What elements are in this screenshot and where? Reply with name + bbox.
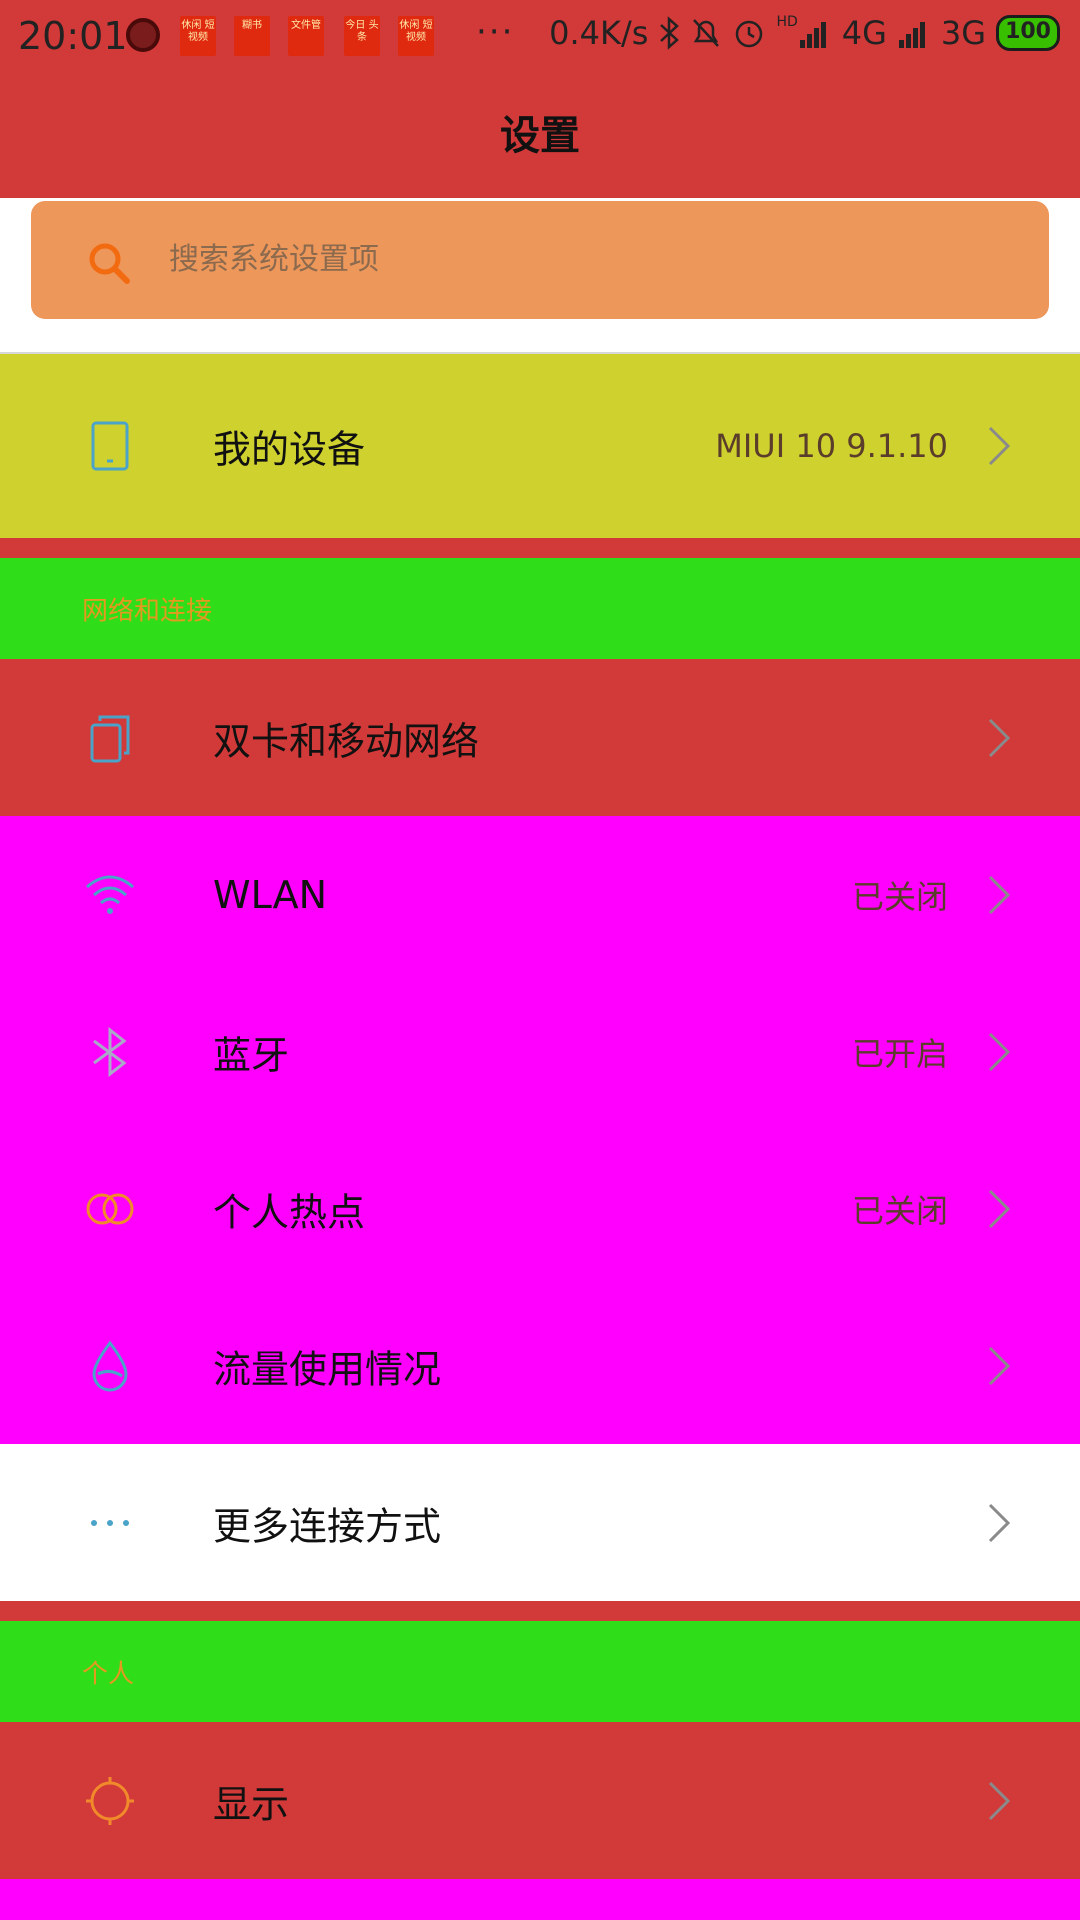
chevron-right-icon [988,718,1011,757]
list-item-status: 已关闭 [851,877,948,916]
divider [0,1601,1080,1621]
divider [0,538,1080,558]
chevron-right-icon [988,875,1011,914]
page-title: 设置 [500,113,580,159]
more-notifications-icon: ··· [476,12,515,52]
list-item-bluetooth[interactable]: 蓝牙 已开启 [0,973,1080,1130]
list-item-label: 蓝牙 [213,1033,290,1077]
my-device-label: 我的设备 [213,427,366,472]
notification-app-icon: 文件管 [288,16,324,56]
list-item-status: 已关闭 [851,1191,948,1230]
list-item-label: 双卡和移动网络 [213,719,480,763]
more-dots-icon [84,1497,136,1549]
list-item-dual-sim[interactable]: 双卡和移动网络 [0,659,1080,816]
list-item-hotspot[interactable]: 个人热点 已关闭 [0,1130,1080,1287]
notification-app-icon: 休闲 短视频 [398,16,434,56]
chevron-right-icon [988,1189,1011,1228]
list-item-wlan[interactable]: WLAN 已关闭 [0,816,1080,973]
section-header-network: 网络和连接 [0,558,1080,659]
notification-app-icon: 休闲 短视频 [180,16,216,56]
chevron-right-icon [988,1781,1011,1820]
water-drop-icon [84,1340,136,1392]
list-item-status: 已开启 [851,1034,948,1073]
notification-app-icon: 糊书 [234,16,270,56]
signal-icon [799,22,826,48]
network-type-3g: 3G [940,14,987,52]
section-title: 个人 [82,1659,135,1689]
network-speed: 0.4K/s [549,14,649,52]
list-item-label: 更多连接方式 [213,1504,442,1548]
brightness-icon [84,1775,136,1827]
chevron-right-icon [988,1346,1011,1385]
list-item-more-connections[interactable]: 更多连接方式 [0,1444,1080,1601]
chevron-right-icon [988,1503,1011,1542]
section-title: 网络和连接 [82,596,213,626]
chevron-right-icon [988,1032,1011,1071]
battery-indicator: 100 [996,15,1060,51]
list-item-label: 流量使用情况 [213,1347,442,1391]
list-item-display[interactable]: 显示 [0,1722,1080,1879]
list-item-label: 显示 [213,1782,290,1826]
search-input[interactable]: 搜索系统设置项 [31,201,1049,319]
section-header-personal: 个人 [0,1621,1080,1722]
bluetooth-icon [660,16,680,50]
wifi-icon [84,869,136,921]
sim-cards-icon [84,712,136,764]
hotspot-rings-icon [84,1183,136,1235]
notification-app-icon: 今日 头条 [344,16,380,56]
search-icon [89,243,130,284]
hd-indicator: HD [776,14,798,30]
list-item-label: WLAN [213,872,328,917]
bluetooth-icon [84,1026,136,1078]
signal-icon [898,22,925,48]
list-item-partial[interactable] [0,1879,1080,1920]
alarm-icon [736,20,763,48]
chevron-right-icon [988,426,1011,466]
list-item-data-usage[interactable]: 流量使用情况 [0,1287,1080,1444]
status-bar: 20:01 休闲 短视频 糊书 文件管 今日 头条 休闲 短视频 ··· 0.4… [0,0,1080,74]
mute-bell-icon [693,19,720,47]
my-device-row[interactable]: 我的设备 MIUI 10 9.1.10 [0,352,1080,538]
search-area: 搜索系统设置项 [0,198,1080,352]
record-icon [126,18,160,52]
search-placeholder: 搜索系统设置项 [169,242,379,277]
my-device-version: MIUI 10 9.1.10 [715,427,948,465]
phone-icon [84,420,136,472]
status-time: 20:01 [18,14,128,58]
list-item-label: 个人热点 [213,1190,366,1234]
network-type-4g: 4G [841,14,887,52]
title-bar: 设置 [0,74,1080,198]
